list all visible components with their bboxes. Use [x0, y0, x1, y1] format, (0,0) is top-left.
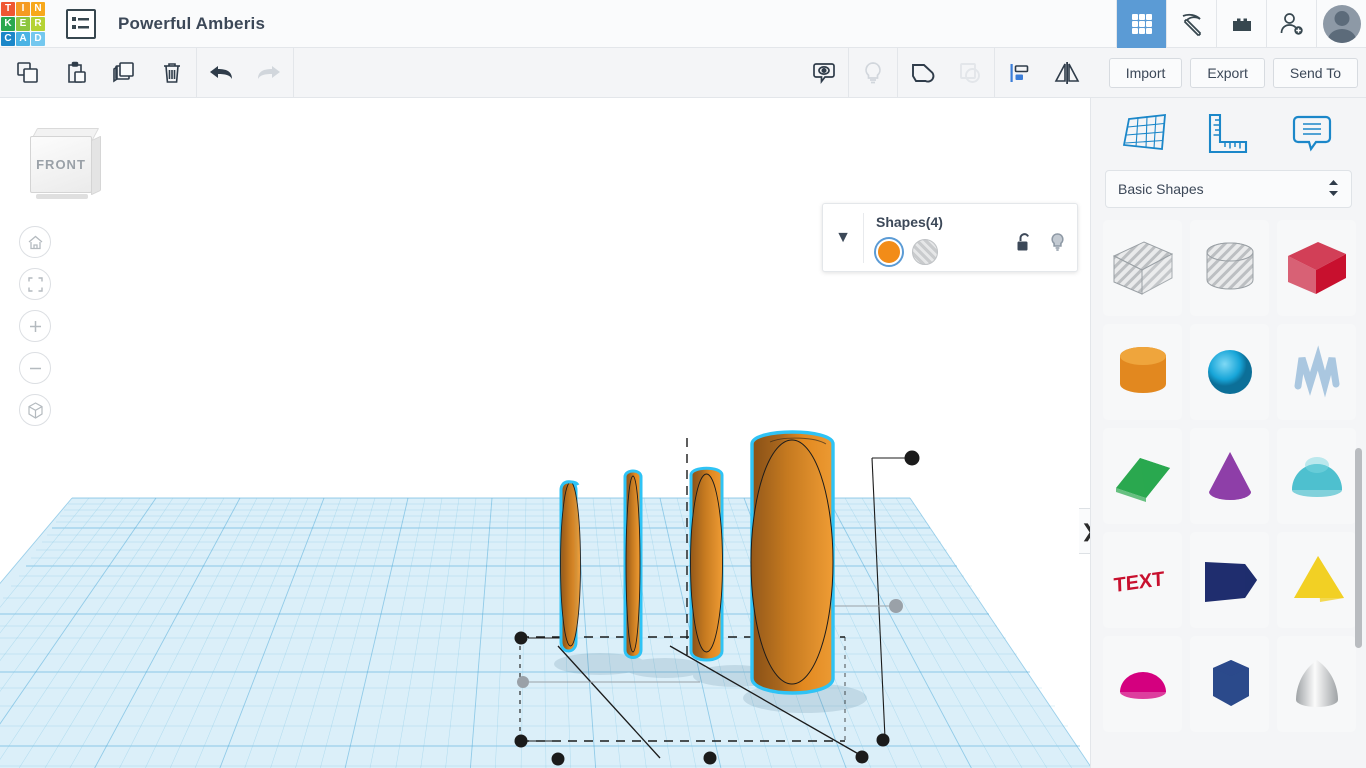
disc-1[interactable] [559, 480, 581, 653]
svg-text:TEXT: TEXT [1113, 568, 1165, 597]
logo-tile-t: T [1, 1, 15, 16]
right-panel: Basic Shapes TEXT [1090, 98, 1366, 768]
delete-icon[interactable] [148, 48, 196, 97]
copy-icon[interactable] [4, 48, 52, 97]
fit-to-view-button[interactable] [19, 268, 51, 300]
logo-tile-k: K [1, 16, 15, 31]
view-cube-shadow [36, 194, 88, 199]
shape-item-hex-prism[interactable] [1190, 636, 1269, 732]
shape-item-box[interactable] [1277, 220, 1356, 316]
shape-item-box-hole[interactable] [1103, 220, 1182, 316]
logo-tile-c: C [1, 31, 15, 46]
logo-tile-a: A [16, 31, 30, 46]
shape-item-roof[interactable] [1103, 428, 1182, 524]
hole-swatch[interactable] [912, 239, 938, 265]
logo-tile-r: R [31, 16, 45, 31]
tinkercad-logo[interactable]: TIN KER CAD [0, 1, 46, 47]
note-icon[interactable] [1281, 108, 1343, 160]
send-to-button[interactable]: Send To [1272, 57, 1358, 88]
lego-brick-icon[interactable] [1216, 0, 1266, 48]
shape-item-sphere[interactable] [1190, 324, 1269, 420]
export-button[interactable]: Export [1190, 57, 1265, 88]
unlock-icon[interactable] [1015, 232, 1034, 258]
paste-icon[interactable] [52, 48, 100, 97]
shapes-inspector-popup: ▼ Shapes(4) [822, 203, 1078, 272]
shapes-count-label: Shapes(4) [876, 214, 943, 230]
avatar-image [1322, 5, 1361, 43]
show-hide-view-icon[interactable] [800, 48, 848, 97]
chevron-down-icon[interactable]: ▼ [823, 229, 863, 247]
3d-canvas[interactable]: FRONT ▼ Shapes(4) [0, 98, 1090, 768]
redo-icon [245, 48, 293, 97]
right-panel-tabs [1091, 98, 1366, 170]
group-icon[interactable] [898, 48, 946, 97]
panel-collapse-toggle[interactable]: ❯ [1079, 508, 1090, 554]
shape-item-cylinder-hole[interactable] [1190, 220, 1269, 316]
top-bar: TIN KER CAD Powerful Amberis [0, 0, 1366, 48]
disc-3[interactable] [689, 466, 724, 662]
mirror-icon[interactable] [1043, 48, 1091, 97]
shape-item-polygon-shape[interactable] [1190, 532, 1269, 628]
shape-item-text[interactable]: TEXT [1103, 532, 1182, 628]
lightbulb-icon [849, 48, 897, 97]
topbar-right-group [1116, 0, 1366, 48]
shape-item-pyramid[interactable] [1277, 532, 1356, 628]
perspective-toggle-button[interactable] [19, 394, 51, 426]
disc-2[interactable] [623, 469, 643, 659]
shape-library-scrollbar[interactable] [1355, 448, 1362, 648]
add-user-icon[interactable] [1266, 0, 1316, 48]
page-title: Powerful Amberis [118, 13, 266, 33]
main-toolbar: Import Export Send To [0, 48, 1366, 98]
avatar[interactable] [1316, 0, 1366, 48]
panel-list-icon[interactable] [66, 8, 96, 39]
shape-item-scribble[interactable] [1277, 324, 1356, 420]
solid-color-swatch[interactable] [876, 239, 902, 265]
stepper-arrows-icon [1328, 179, 1339, 200]
zoom-out-button[interactable] [19, 352, 51, 384]
view-cube-face[interactable]: FRONT [30, 136, 92, 193]
shape-category-select[interactable]: Basic Shapes [1105, 170, 1352, 208]
import-button[interactable]: Import [1108, 57, 1183, 88]
undo-icon[interactable] [197, 48, 245, 97]
workplane [0, 430, 1090, 768]
disc-4[interactable] [750, 430, 835, 695]
shape-item-half-sphere[interactable] [1103, 636, 1182, 732]
view-cube-side [91, 135, 101, 196]
shape-library-grid[interactable]: TEXT [1091, 220, 1366, 766]
tinkercad-app: TIN KER CAD Powerful Amberis Import Export… [0, 0, 1366, 768]
shape-item-half-cylinder[interactable] [1277, 428, 1356, 524]
ruler-icon[interactable] [1197, 108, 1259, 160]
logo-tile-i: I [16, 1, 30, 16]
shape-item-cylinder[interactable] [1103, 324, 1182, 420]
logo-tile-d: D [31, 31, 45, 46]
shape-item-cone[interactable] [1190, 428, 1269, 524]
view-cube[interactable]: FRONT [30, 126, 101, 202]
workplane-grid [0, 497, 1090, 768]
workplane-icon[interactable] [1114, 108, 1176, 160]
logo-tile-e: E [16, 16, 30, 31]
grid-view-icon[interactable] [1116, 0, 1166, 48]
duplicate-icon[interactable] [100, 48, 148, 97]
ungroup-icon [946, 48, 994, 97]
home-view-button[interactable] [19, 226, 51, 258]
logo-tile-n: N [31, 1, 45, 16]
shape-category-value: Basic Shapes [1118, 181, 1204, 197]
align-icon[interactable] [995, 48, 1043, 97]
shape-item-paraboloid[interactable] [1277, 636, 1356, 732]
pickaxe-icon[interactable] [1166, 0, 1216, 48]
zoom-in-button[interactable] [19, 310, 51, 342]
lightbulb-icon[interactable] [1048, 232, 1067, 258]
